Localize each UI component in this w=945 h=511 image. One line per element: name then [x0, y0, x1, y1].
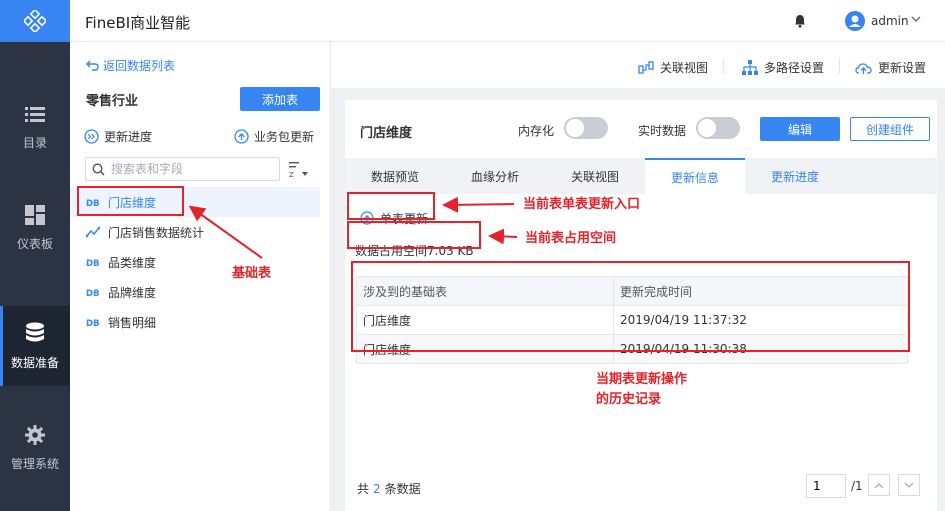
- avatar[interactable]: [845, 11, 865, 31]
- annotation-history-line: 当期表更新操作: [596, 372, 688, 387]
- tree-item-sales-detail[interactable]: DB 销售明细: [70, 307, 320, 337]
- update-progress-link[interactable]: 更新进度: [84, 128, 152, 145]
- svg-text:Z: Z: [289, 171, 294, 178]
- analysis-table-icon: [86, 226, 100, 238]
- package-title: 零售行业: [86, 94, 139, 109]
- rail-item-dashboard[interactable]: 仪表板: [0, 188, 70, 268]
- rail-item-label: 仪表板: [16, 236, 53, 251]
- user-name[interactable]: admin: [871, 14, 909, 28]
- total-prefix: 共: [357, 482, 370, 496]
- rail-item-label: 目录: [22, 135, 47, 150]
- tree-item-label: 销售明细: [108, 315, 157, 330]
- svg-text:DB: DB: [86, 319, 100, 327]
- db-table-icon: DB: [86, 259, 100, 267]
- multipath-settings-button[interactable]: 多路径设置: [742, 59, 824, 76]
- add-table-button[interactable]: 添加表: [240, 87, 320, 111]
- annotation-single-update: 当前表单表更新入口: [523, 197, 641, 212]
- bell-icon[interactable]: [794, 14, 806, 28]
- detail-tabs: 数据预览 血缘分析 关联视图 更新信息 更新进度: [345, 158, 937, 194]
- svg-text:DB: DB: [86, 289, 100, 297]
- top-action-bar: 关联视图 多路径设置 更新设置: [331, 42, 945, 88]
- dashboard-icon: [25, 204, 45, 225]
- table-name: 门店维度: [360, 126, 413, 141]
- realtime-label: 实时数据: [638, 124, 687, 138]
- tree-item-category-dimension[interactable]: DB 品类维度: [70, 247, 320, 277]
- back-arrow-icon: [86, 60, 99, 71]
- annotation-box-history: [351, 261, 910, 352]
- db-table-icon: DB: [86, 319, 100, 327]
- table-tree-panel: 返回数据列表 零售行业 添加表 更新进度 业务包更新 Z: [70, 42, 330, 511]
- in-memory-label: 内存化: [518, 124, 555, 138]
- chevron-down-icon: [904, 482, 914, 488]
- back-link-label: 返回数据列表: [103, 59, 176, 73]
- refresh-icon: [234, 129, 249, 144]
- update-progress-label: 更新进度: [104, 130, 153, 144]
- package-update-link[interactable]: 业务包更新: [234, 128, 314, 145]
- rail-item-catalog[interactable]: 目录: [0, 88, 70, 168]
- annotation-base-table: 基础表: [232, 266, 272, 281]
- relation-view-label: 关联视图: [660, 61, 709, 75]
- rail-item-label: 数据准备: [10, 355, 59, 370]
- rail-item-admin[interactable]: 管理系统: [0, 408, 70, 488]
- hierarchy-icon: [742, 60, 758, 75]
- user-icon: [849, 15, 861, 27]
- tree-item-label: 品类维度: [108, 255, 157, 270]
- edit-button[interactable]: 编辑: [760, 117, 840, 141]
- chevron-down-icon[interactable]: [911, 16, 921, 23]
- annotation-box-base-table: [77, 186, 184, 216]
- logo[interactable]: [0, 0, 70, 42]
- next-page-button[interactable]: [898, 474, 920, 496]
- rail-item-label: 管理系统: [10, 456, 59, 471]
- db-table-icon: DB: [86, 289, 100, 297]
- tree-item-label: 品牌维度: [108, 285, 157, 300]
- tab-lineage[interactable]: 血缘分析: [445, 158, 545, 194]
- tree-item-label: 门店销售数据统计: [108, 225, 205, 240]
- search-box: [85, 157, 280, 181]
- search-icon: [92, 162, 105, 176]
- list-icon: [25, 106, 45, 122]
- total-suffix: 条数据: [384, 482, 421, 496]
- tree-item-store-sales-stats[interactable]: 门店销售数据统计: [70, 217, 320, 247]
- in-memory-toggle[interactable]: [564, 117, 608, 139]
- tab-update-info[interactable]: 更新信息: [645, 158, 745, 194]
- page-number-input[interactable]: [806, 474, 846, 498]
- update-settings-button[interactable]: 更新设置: [855, 59, 926, 76]
- annotation-space-used: 当前表占用空间: [525, 231, 617, 246]
- tree-item-brand-dimension[interactable]: DB 品牌维度: [70, 277, 320, 307]
- annotation-history: 当期表更新操作 的历史记录: [596, 370, 687, 410]
- database-icon: [26, 322, 44, 341]
- create-component-button[interactable]: 创建组件: [850, 117, 930, 141]
- annotation-history-line: 的历史记录: [596, 392, 662, 407]
- tab-update-progress[interactable]: 更新进度: [745, 158, 845, 194]
- page-total: /1: [851, 479, 863, 493]
- multipath-label: 多路径设置: [764, 61, 825, 75]
- relation-view-button[interactable]: 关联视图: [638, 59, 708, 76]
- svg-text:DB: DB: [86, 259, 100, 267]
- divider: [723, 58, 724, 74]
- app-header: FineBI商业智能 admin: [70, 0, 945, 42]
- cloud-upload-icon: [855, 62, 872, 74]
- search-input[interactable]: [111, 162, 271, 176]
- divider: [839, 58, 840, 74]
- left-rail: 目录 仪表板 数据准备 管理系统: [0, 0, 70, 511]
- rail-item-data-prep[interactable]: 数据准备: [0, 306, 70, 386]
- record-count: 共 2 条数据: [357, 480, 421, 497]
- progress-icon: [84, 129, 99, 144]
- sort-icon[interactable]: Z: [288, 160, 310, 178]
- total-count: 2: [373, 482, 381, 496]
- update-settings-label: 更新设置: [878, 61, 927, 75]
- tab-data-preview[interactable]: 数据预览: [345, 158, 445, 194]
- relation-icon: [638, 60, 654, 74]
- logo-icon: [24, 10, 46, 32]
- annotation-box-single-update: [347, 192, 435, 220]
- package-update-label: 业务包更新: [254, 130, 315, 144]
- back-to-data-list-link[interactable]: 返回数据列表: [86, 57, 175, 74]
- annotation-box-space-used: [347, 221, 481, 249]
- gear-icon: [25, 424, 45, 445]
- prev-page-button[interactable]: [868, 474, 890, 496]
- app-title: FineBI商业智能: [85, 14, 191, 32]
- chevron-up-icon: [874, 482, 884, 488]
- tab-relation-view[interactable]: 关联视图: [545, 158, 645, 194]
- realtime-toggle[interactable]: [696, 117, 740, 139]
